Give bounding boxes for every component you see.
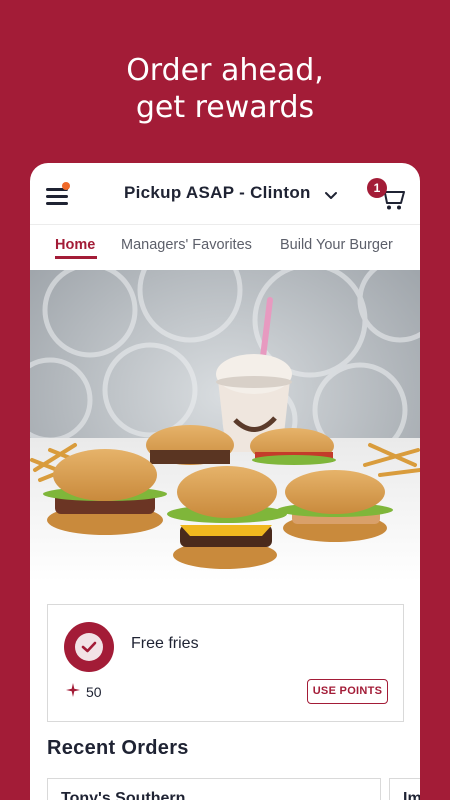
- headline-line-2: get rewards: [135, 90, 315, 125]
- reward-card[interactable]: Free fries 50 USE POINTS: [47, 604, 404, 722]
- check-badge-icon: [64, 622, 114, 672]
- recent-order-card[interactable]: Tony's Southern: [47, 778, 381, 800]
- burger-hero-image: [30, 270, 420, 582]
- tab-home[interactable]: Home: [55, 237, 95, 253]
- pickup-location-selector[interactable]: Pickup ASAP - Clinton: [124, 183, 311, 203]
- app-screen: Pickup ASAP - Clinton 1 Home Managers' F…: [30, 163, 420, 800]
- recent-order-name: Tony's Southern: [61, 790, 186, 800]
- tab-build-your-burger[interactable]: Build Your Burger: [280, 237, 393, 253]
- sparkle-icon: [66, 683, 80, 697]
- chevron-down-icon[interactable]: [321, 185, 341, 205]
- category-tabs: Home Managers' Favorites Build Your Burg…: [30, 225, 420, 271]
- tab-managers-favorites[interactable]: Managers' Favorites: [121, 237, 252, 253]
- cart-count-badge: 1: [367, 178, 387, 198]
- reward-title: Free fries: [131, 635, 199, 652]
- headline: Order ahead, get rewards: [0, 52, 450, 126]
- recent-order-name: Im: [403, 790, 420, 800]
- top-bar: Pickup ASAP - Clinton 1: [30, 163, 420, 225]
- use-points-button[interactable]: USE POINTS: [307, 679, 388, 704]
- recent-orders-heading: Recent Orders: [47, 737, 189, 759]
- active-tab-indicator: [55, 256, 97, 259]
- headline-line-1: Order ahead,: [126, 53, 324, 88]
- recent-order-card[interactable]: Im: [389, 778, 420, 800]
- menu-notification-dot: [62, 182, 70, 190]
- reward-points-value: 50: [86, 684, 102, 700]
